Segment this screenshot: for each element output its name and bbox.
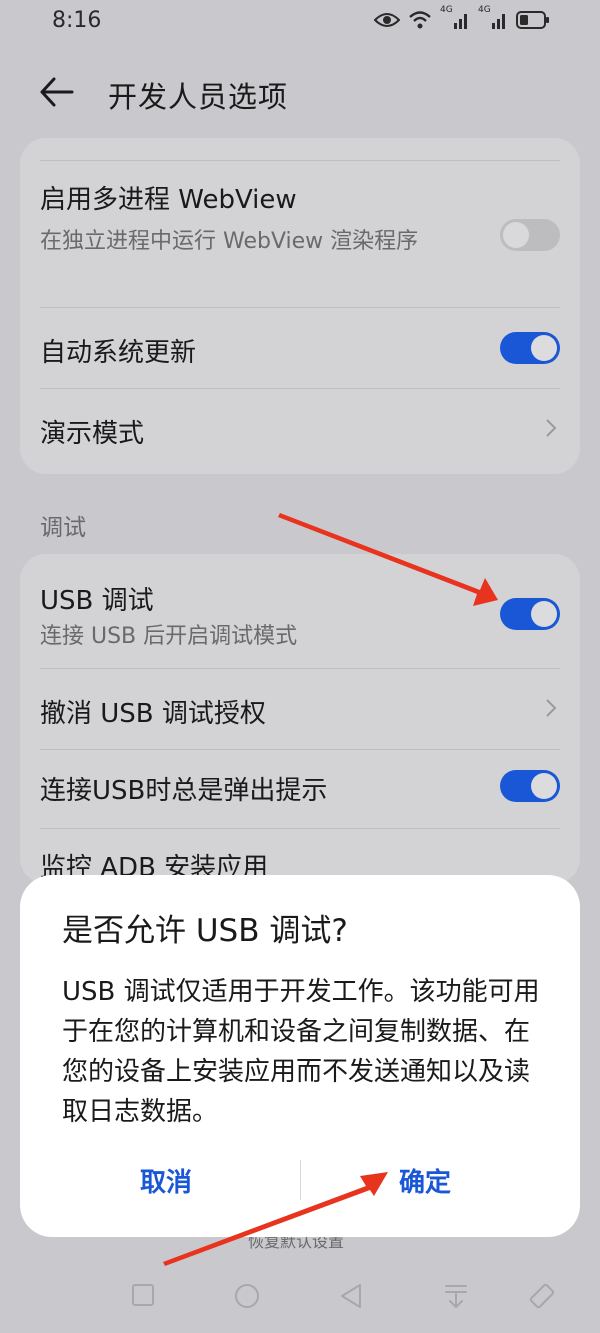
row-subtitle: 连接 USB 后开启调试模式	[40, 624, 298, 649]
status-icons: 4G 4G	[374, 5, 550, 31]
square-icon[interactable]	[130, 1282, 156, 1308]
settings-card-debugging: USB 调试 连接 USB 后开启调试模式 撤消 USB 调试授权 连接USB时…	[20, 554, 580, 884]
usb-debugging-toggle[interactable]	[500, 598, 560, 630]
rotate-icon[interactable]	[528, 1282, 558, 1312]
circle-icon[interactable]	[233, 1282, 261, 1310]
button-divider	[300, 1160, 301, 1200]
row-title: 自动系统更新	[40, 338, 197, 368]
row-auto-system-update[interactable]: 自动系统更新	[20, 308, 580, 388]
section-label-debugging: 调试	[40, 515, 86, 541]
toggle-knob	[531, 335, 557, 361]
row-demo-mode[interactable]: 演示模式	[20, 389, 580, 471]
row-usb-debugging[interactable]: USB 调试 连接 USB 后开启调试模式	[20, 554, 580, 668]
chevron-right-icon	[546, 699, 557, 717]
always-prompt-toggle[interactable]	[500, 770, 560, 802]
row-title: USB 调试	[40, 586, 154, 616]
row-subtitle: 在独立进程中运行 WebView 渲染程序	[40, 229, 419, 254]
wifi-icon	[408, 10, 432, 30]
row-always-prompt-usb[interactable]: 连接USB时总是弹出提示	[20, 750, 580, 830]
row-multiprocess-webview[interactable]: 启用多进程 WebView 在独立进程中运行 WebView 渲染程序	[20, 161, 580, 307]
signal-icon-2: 4G	[478, 5, 508, 31]
auto-update-toggle[interactable]	[500, 332, 560, 364]
notification-pull-icon[interactable]	[443, 1282, 469, 1310]
toggle-knob	[503, 222, 529, 248]
chevron-right-icon	[546, 419, 557, 437]
arrow-left-icon	[40, 77, 74, 107]
cancel-button[interactable]: 取消	[140, 1162, 192, 1199]
settings-card-general: 启用多进程 WebView 在独立进程中运行 WebView 渲染程序 自动系统…	[20, 138, 580, 474]
status-time: 8:16	[52, 8, 102, 33]
row-title: 撤消 USB 调试授权	[40, 699, 266, 729]
page-title: 开发人员选项	[108, 80, 289, 114]
row-title: 连接USB时总是弹出提示	[40, 776, 328, 806]
header: 开发人员选项	[0, 60, 600, 124]
status-bar: 8:16 4G 4G	[0, 0, 600, 46]
battery-icon	[516, 10, 550, 30]
network-type-label-2: 4G	[478, 5, 491, 15]
signal-icon: 4G	[440, 5, 470, 31]
webview-toggle[interactable]	[500, 219, 560, 251]
navigation-bar	[0, 1270, 600, 1333]
confirm-button[interactable]: 确定	[399, 1162, 451, 1199]
eye-icon	[374, 11, 400, 29]
back-button[interactable]	[36, 72, 80, 112]
usb-debugging-dialog: 是否允许 USB 调试? USB 调试仅适用于开发工作。该功能可用于在您的计算机…	[20, 875, 580, 1237]
toggle-knob	[531, 773, 557, 799]
toggle-knob	[531, 601, 557, 627]
network-type-label: 4G	[440, 5, 453, 15]
triangle-back-icon[interactable]	[338, 1282, 364, 1310]
dialog-message: USB 调试仅适用于开发工作。该功能可用于在您的计算机和设备之间复制数据、在您的…	[62, 977, 540, 1127]
row-title: 演示模式	[40, 419, 145, 449]
developer-options-screen: 8:16 4G 4G 开发人员选项 启用多进程 WebView 在独立进程中运行…	[0, 0, 600, 1333]
row-title: 启用多进程 WebView	[40, 185, 297, 215]
dialog-title: 是否允许 USB 调试?	[62, 913, 348, 949]
row-revoke-usb-authorization[interactable]: 撤消 USB 调试授权	[20, 669, 580, 749]
